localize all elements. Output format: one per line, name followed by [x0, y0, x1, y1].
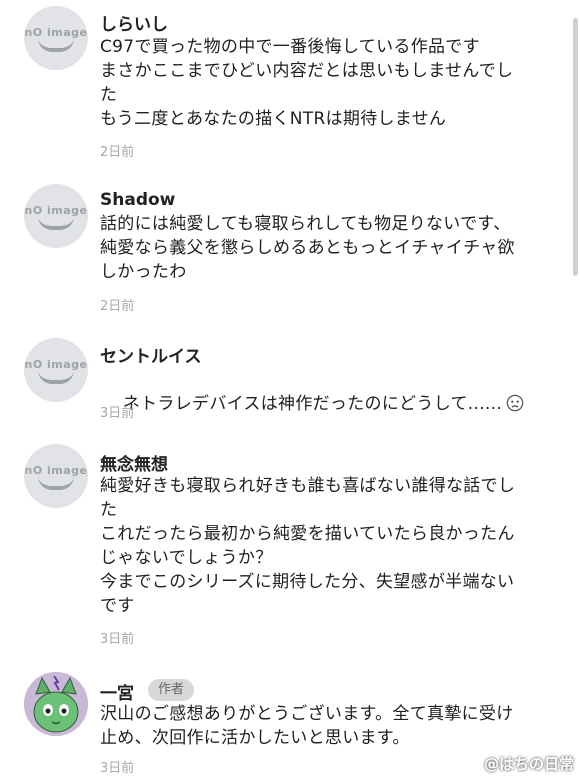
no-image-avatar-icon[interactable]: nO image: [24, 184, 88, 248]
comment-text: 沢山のご感想ありがとうございます。全て真摯に受け 止め、次回作に活かしたいと思い…: [100, 704, 514, 748]
avatar-smile-shape: [38, 370, 74, 384]
avatar-smile-shape: [38, 476, 74, 490]
no-image-avatar-icon[interactable]: nO image: [24, 6, 88, 70]
cat-avatar-icon[interactable]: [24, 672, 88, 736]
comment-username[interactable]: 無念無想: [100, 450, 168, 475]
comment-time: 3日前: [100, 632, 135, 647]
comment-username[interactable]: Shadow: [100, 190, 175, 210]
comment-time: 2日前: [100, 299, 135, 314]
comment-text: C97で買った物の中で一番後悔している作品です まさかここまでひどい内容だとは思…: [100, 37, 514, 129]
watermark: @はちの日常: [483, 755, 574, 773]
comment-username[interactable]: セントルイス: [100, 342, 202, 367]
comment-username[interactable]: しらいし: [100, 10, 168, 35]
comment-text: ネトラレデバイスは神作だったのにどうして......: [122, 394, 503, 414]
comment-time: 3日前: [100, 761, 135, 776]
comment-time: 2日前: [100, 145, 135, 160]
comment-text: 話的には純愛しても寝取られしても物足りないです、 純愛なら義父を懲らしめるあとも…: [100, 214, 515, 282]
comment-time: 3日前: [100, 406, 135, 421]
comment-text-row: ネトラレデバイスは神作だったのにどうして......: [100, 368, 550, 440]
author-badge: 作者: [148, 679, 195, 701]
cat-avatar-drawing: [24, 672, 88, 736]
scrollbar[interactable]: [573, 18, 578, 276]
comment-username[interactable]: 一宮: [100, 679, 134, 704]
avatar-smile-shape: [38, 216, 74, 230]
no-image-avatar-icon[interactable]: nO image: [24, 444, 88, 508]
comment-text: 純愛好きも寝取られ好きも誰も喜ばない誰得な話でし た これだったら最初から純愛を…: [100, 476, 516, 616]
avatar-smile-shape: [38, 38, 74, 52]
sad-face-emoji-icon: [506, 394, 524, 412]
no-image-avatar-icon[interactable]: nO image: [24, 338, 88, 402]
